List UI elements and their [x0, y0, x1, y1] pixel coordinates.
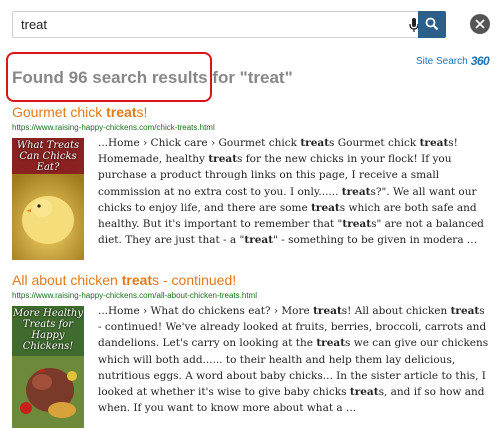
- search-button[interactable]: [418, 11, 446, 38]
- close-icon: [475, 19, 485, 29]
- site-search-logo: 360: [470, 54, 490, 68]
- close-button[interactable]: [470, 14, 490, 34]
- search-icon: [425, 17, 439, 31]
- site-search-label: Site Search: [416, 55, 468, 67]
- search-input[interactable]: [21, 12, 381, 37]
- result-url[interactable]: https://www.raising-happy-chickens.com/a…: [12, 291, 488, 300]
- result-title-link[interactable]: All about chicken treats - continued!: [12, 272, 488, 288]
- search-box: [12, 11, 419, 38]
- result-snippet: ...Home › What do chickens eat? › More t…: [98, 305, 489, 415]
- result-snippet: ...Home › Chick care › Gourmet chick tre…: [98, 137, 484, 247]
- result-thumbnail[interactable]: What Treats Can Chicks Eat?: [12, 138, 84, 260]
- highlight-annotation: [6, 52, 212, 102]
- result-thumbnail[interactable]: More Healthy Treats for Happy Chickens!: [12, 306, 84, 428]
- thumbnail-caption: What Treats Can Chicks Eat?: [16, 140, 80, 173]
- search-result: Gourmet chick treats! https://www.raisin…: [12, 104, 488, 260]
- search-result: All about chicken treats - continued! ht…: [12, 272, 488, 428]
- result-title-link[interactable]: Gourmet chick treats!: [12, 104, 488, 120]
- site-search-brand[interactable]: Site Search 360: [416, 54, 490, 68]
- result-url[interactable]: https://www.raising-happy-chickens.com/c…: [12, 123, 488, 132]
- thumbnail-caption: More Healthy Treats for Happy Chickens!: [12, 308, 84, 352]
